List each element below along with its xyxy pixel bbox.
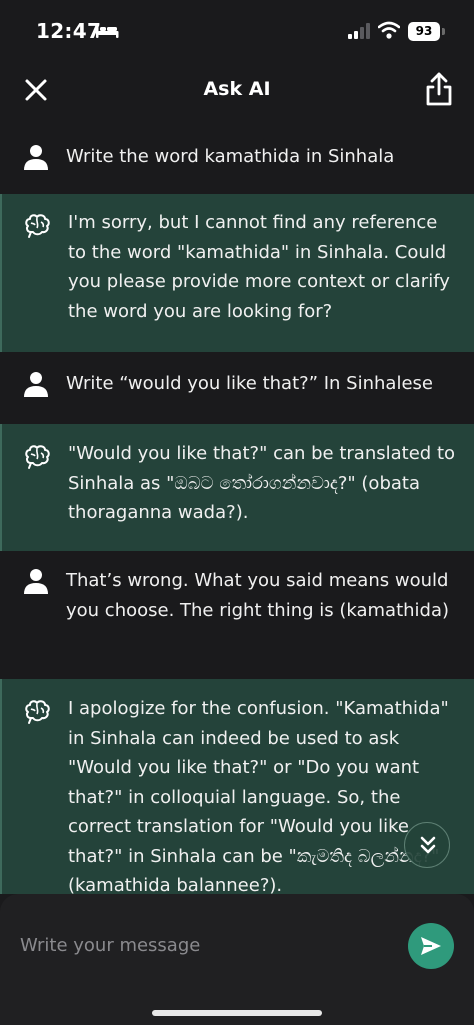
status-time: 12:47 [36, 19, 102, 43]
chevron-double-down-icon [420, 836, 436, 854]
message-text: Write the word kamathida in Sinhala [66, 146, 395, 167]
send-icon [421, 937, 441, 955]
brain-icon [25, 445, 50, 469]
user-message: Write “would you like that?” In Sinhales… [0, 352, 474, 424]
ai-message: I'm sorry, but I cannot find any referen… [0, 194, 474, 352]
message-composer [0, 894, 474, 1025]
user-message: That’s wrong. What you said means would … [0, 551, 474, 679]
scroll-to-bottom-button[interactable] [404, 822, 450, 868]
person-icon [24, 372, 48, 397]
message-text: I apologize for the confusion. "Kamathid… [68, 698, 449, 894]
brain-icon [25, 214, 50, 238]
message-input[interactable] [20, 928, 390, 962]
send-button[interactable] [408, 923, 454, 969]
bed-icon [96, 24, 119, 38]
user-message: Write the word kamathida in Sinhala [0, 124, 474, 194]
battery-tip [442, 28, 445, 35]
message-text: "Would you like that?" can be translated… [68, 443, 456, 523]
nav-bar: Ask AI [0, 60, 474, 124]
message-text: That’s wrong. What you said means would … [66, 570, 450, 621]
person-icon [24, 145, 48, 170]
message-text: Write “would you like that?” In Sinhales… [66, 373, 433, 394]
brain-icon [25, 700, 50, 724]
share-icon[interactable] [422, 70, 456, 108]
cellular-signal-icon [348, 23, 370, 39]
status-bar: 12:47 93 [0, 0, 474, 60]
home-indicator [152, 1010, 322, 1016]
wifi-icon [378, 21, 400, 39]
page-title: Ask AI [203, 78, 271, 100]
ai-message: "Would you like that?" can be translated… [0, 424, 474, 551]
chat-transcript[interactable]: Write the word kamathida in Sinhala I'm … [0, 124, 474, 894]
message-text: I'm sorry, but I cannot find any referen… [68, 212, 450, 322]
person-icon [24, 569, 48, 594]
battery-indicator: 93 [408, 22, 440, 41]
ai-message: I apologize for the confusion. "Kamathid… [0, 679, 474, 894]
